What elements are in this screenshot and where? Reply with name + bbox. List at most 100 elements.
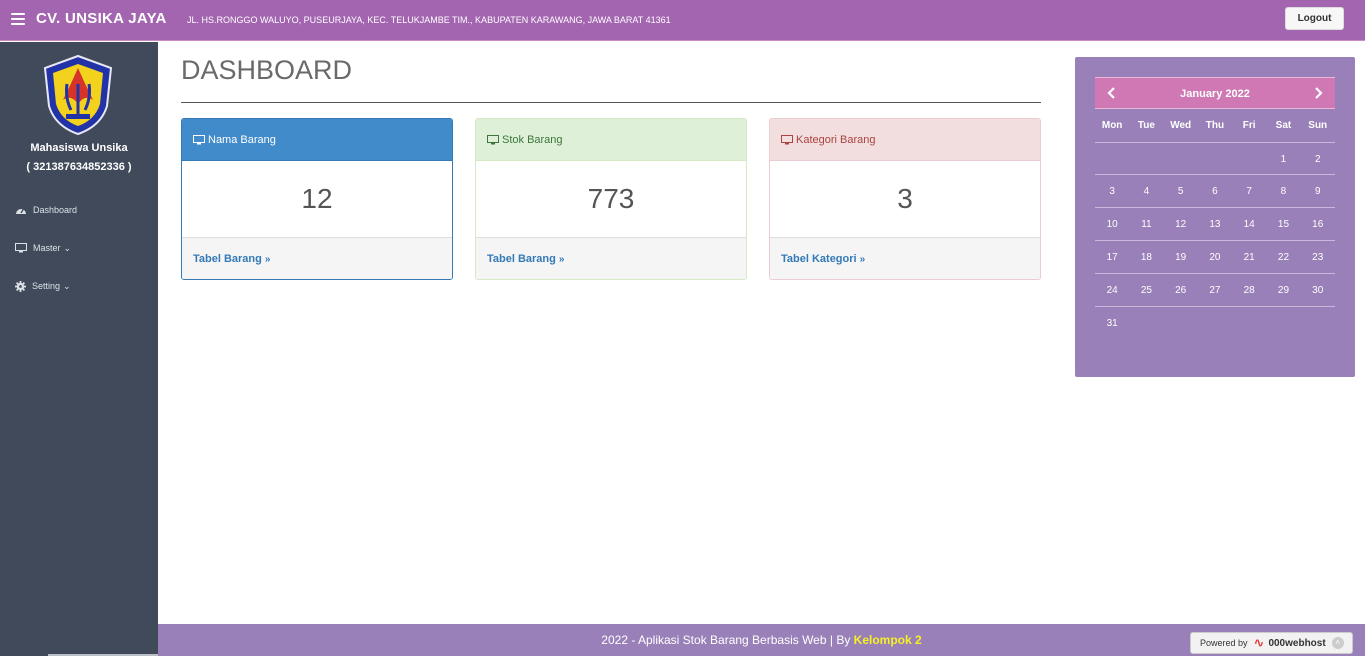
brand-title[interactable]: CV. UNSIKA JAYA bbox=[36, 10, 167, 27]
chevron-up-icon[interactable]: ˄ bbox=[1331, 637, 1344, 649]
calendar-empty-cell bbox=[1164, 143, 1198, 174]
weekday-row: Mon Tue Wed Thu Fri Sat Sun bbox=[1095, 109, 1335, 142]
calendar-empty-cell bbox=[1266, 307, 1300, 340]
calendar-day[interactable]: 15 bbox=[1266, 208, 1300, 240]
calendar-day[interactable]: 1 bbox=[1266, 143, 1300, 174]
panel-heading: Kategori Barang bbox=[770, 119, 1040, 161]
tabel-barang-link[interactable]: Tabel Barang » bbox=[476, 237, 746, 279]
logout-button[interactable]: Logout bbox=[1285, 7, 1344, 30]
calendar-empty-cell bbox=[1301, 307, 1335, 340]
powered-by-label: Powered by bbox=[1200, 638, 1248, 648]
calendar-day[interactable]: 9 bbox=[1301, 175, 1335, 207]
calendar-day[interactable]: 2 bbox=[1301, 143, 1335, 174]
calendar-month: January 2022 bbox=[1180, 88, 1250, 100]
calendar-day[interactable]: 8 bbox=[1266, 175, 1300, 207]
calendar-day[interactable]: 14 bbox=[1232, 208, 1266, 240]
double-chevron-right-icon: » bbox=[264, 253, 271, 265]
calendar-day[interactable]: 19 bbox=[1164, 241, 1198, 273]
calendar-day[interactable]: 18 bbox=[1129, 241, 1163, 273]
panel-heading-label: Kategori Barang bbox=[796, 133, 876, 146]
panel-link-label: Tabel Barang bbox=[193, 253, 262, 265]
calendar-day[interactable]: 7 bbox=[1232, 175, 1266, 207]
calendar-empty-cell bbox=[1232, 143, 1266, 174]
double-chevron-right-icon: » bbox=[859, 253, 866, 265]
footer: 2022 - Aplikasi Stok Barang Berbasis Web… bbox=[158, 624, 1365, 656]
calendar-day[interactable]: 3 bbox=[1095, 175, 1129, 207]
calendar-week-row: 10 11 12 13 14 15 16 bbox=[1095, 208, 1335, 241]
company-address: JL. HS.RONGGO WALUYO, PUSEURJAYA, KEC. T… bbox=[187, 15, 671, 25]
calendar-day[interactable]: 31 bbox=[1095, 307, 1129, 340]
host-name: 000webhost bbox=[1268, 637, 1326, 649]
monitor-icon bbox=[487, 134, 499, 144]
panel-heading-label: Nama Barang bbox=[208, 133, 276, 146]
monitor-icon bbox=[193, 134, 205, 144]
weekday-label: Sat bbox=[1275, 120, 1292, 131]
sidebar-item-dashboard[interactable]: Dashboard bbox=[15, 201, 77, 219]
calendar-day[interactable]: 30 bbox=[1301, 274, 1335, 306]
panel-kategori-barang: Kategori Barang 3 Tabel Kategori » bbox=[769, 118, 1041, 280]
chevron-down-icon: ⌄ bbox=[63, 280, 71, 291]
weekday-label: Tue bbox=[1137, 120, 1155, 131]
sidebar-item-label: Master bbox=[33, 243, 61, 253]
panel-heading: Nama Barang bbox=[182, 119, 452, 161]
calendar-day[interactable]: 20 bbox=[1198, 241, 1232, 273]
page-title: DASHBOARD bbox=[181, 55, 353, 85]
calendar-day[interactable]: 10 bbox=[1095, 208, 1129, 240]
calendar-grid: Mon Tue Wed Thu Fri Sat Sun 1 2 3 4 5 6 7 8 9 10 11 12 13 1… bbox=[1095, 109, 1335, 340]
calendar-day[interactable]: 16 bbox=[1301, 208, 1335, 240]
panel-heading: Stok Barang bbox=[476, 119, 746, 161]
sidebar: Mahasiswa Unsika ( 321387634852336 ) Das… bbox=[0, 42, 158, 656]
dashboard-icon bbox=[16, 208, 26, 214]
calendar-week-row: 24 25 26 27 28 29 30 bbox=[1095, 274, 1335, 307]
university-logo bbox=[43, 54, 113, 136]
calendar-day[interactable]: 25 bbox=[1129, 274, 1163, 306]
calendar-empty-cell bbox=[1232, 307, 1266, 340]
weekday-label: Sun bbox=[1308, 120, 1328, 131]
calendar-day[interactable]: 21 bbox=[1232, 241, 1266, 273]
calendar-day[interactable]: 4 bbox=[1129, 175, 1163, 207]
weekday-label: Mon bbox=[1101, 120, 1123, 131]
sidebar-item-setting[interactable]: Setting ⌄ bbox=[15, 277, 71, 295]
hamburger-icon[interactable] bbox=[11, 13, 25, 25]
calendar-empty-cell bbox=[1164, 307, 1198, 340]
tabel-barang-link[interactable]: Tabel Barang » bbox=[182, 237, 452, 279]
calendar-week-row: 12 bbox=[1095, 142, 1335, 175]
panel-link-label: Tabel Kategori bbox=[781, 253, 857, 265]
tabel-kategori-link[interactable]: Tabel Kategori » bbox=[770, 237, 1040, 279]
calendar-day[interactable]: 17 bbox=[1095, 241, 1129, 273]
double-chevron-right-icon: » bbox=[558, 253, 565, 265]
chevron-right-icon[interactable] bbox=[1311, 86, 1325, 100]
panel-stok-barang: Stok Barang 773 Tabel Barang » bbox=[475, 118, 747, 280]
calendar-empty-cell bbox=[1129, 143, 1163, 174]
panel-value: 3 bbox=[897, 183, 913, 214]
calendar-day[interactable]: 12 bbox=[1164, 208, 1198, 240]
weekday-label: Thu bbox=[1205, 120, 1225, 131]
powered-by-badge[interactable]: Powered by ∿ 000webhost ˄ bbox=[1190, 632, 1353, 654]
monitor-icon bbox=[15, 243, 27, 253]
gear-icon bbox=[15, 280, 26, 292]
sidebar-item-master[interactable]: Master ⌄ bbox=[15, 239, 71, 257]
calendar-day[interactable]: 11 bbox=[1129, 208, 1163, 240]
calendar-empty-cell bbox=[1198, 307, 1232, 340]
sidebar-item-label: Setting bbox=[32, 281, 61, 291]
calendar-day[interactable]: 29 bbox=[1266, 274, 1300, 306]
panel-value: 773 bbox=[587, 183, 635, 214]
webhost-logo-icon: ∿ bbox=[1253, 635, 1265, 650]
calendar-day[interactable]: 13 bbox=[1198, 208, 1232, 240]
calendar-widget: January 2022 Mon Tue Wed Thu Fri Sat Sun 12345… bbox=[1075, 57, 1355, 377]
calendar-day[interactable]: 6 bbox=[1198, 175, 1232, 207]
calendar-day[interactable]: 26 bbox=[1164, 274, 1198, 306]
calendar-header: January 2022 bbox=[1095, 77, 1335, 109]
calendar-day[interactable]: 27 bbox=[1198, 274, 1232, 306]
weekday-label: Fri bbox=[1242, 120, 1256, 131]
calendar-week-row: 3456789 bbox=[1095, 175, 1335, 208]
calendar-day[interactable]: 24 bbox=[1095, 274, 1129, 306]
calendar-day[interactable]: 23 bbox=[1301, 241, 1335, 273]
divider bbox=[181, 102, 1041, 103]
calendar-day[interactable]: 5 bbox=[1164, 175, 1198, 207]
calendar-day[interactable]: 28 bbox=[1232, 274, 1266, 306]
calendar-empty-cell bbox=[1198, 143, 1232, 174]
weekday-label: Wed bbox=[1170, 120, 1192, 131]
calendar-day[interactable]: 22 bbox=[1266, 241, 1300, 273]
user-name: Mahasiswa Unsika bbox=[30, 142, 128, 154]
